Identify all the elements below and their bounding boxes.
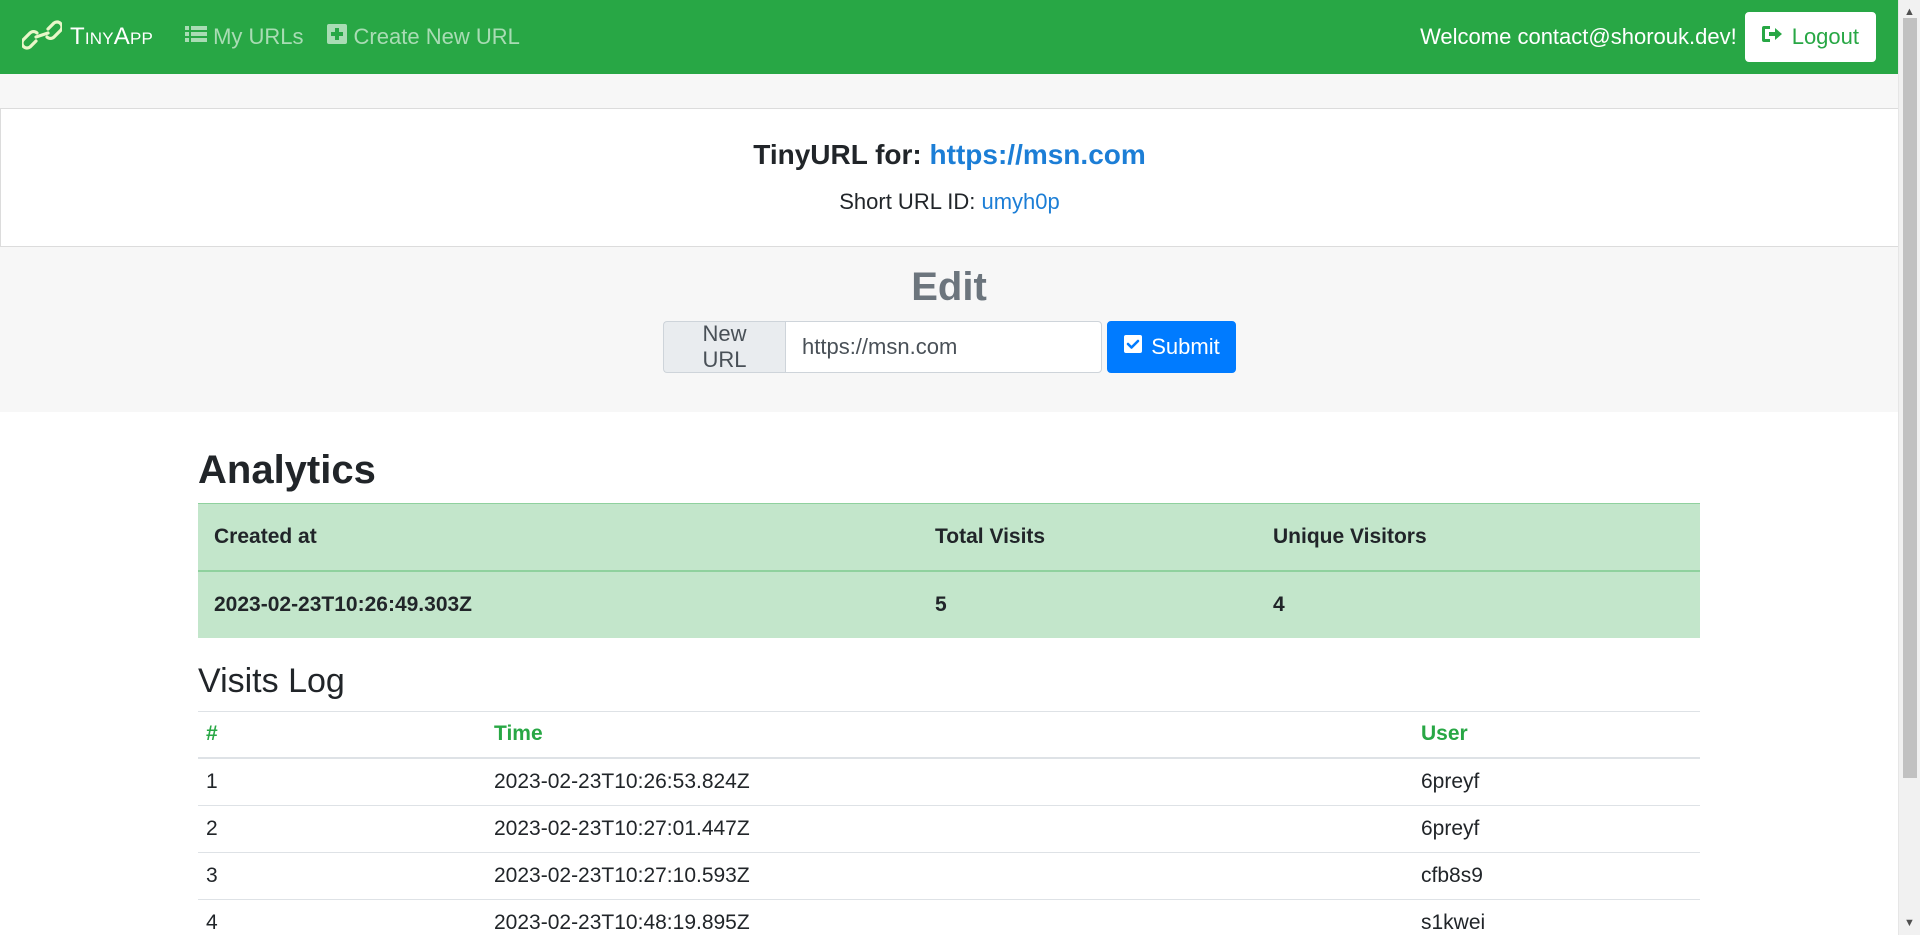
nav-my-urls[interactable]: My URLs bbox=[185, 23, 304, 51]
check-square-icon bbox=[1123, 334, 1143, 360]
edit-section: Edit New URL Submit bbox=[0, 247, 1898, 412]
analytics-table: Created at Total Visits Unique Visitors … bbox=[198, 503, 1700, 638]
visit-user: cfb8s9 bbox=[1413, 851, 1700, 899]
analytics-total-visits-value: 5 bbox=[919, 570, 1257, 638]
nav-my-urls-label: My URLs bbox=[213, 24, 304, 49]
analytics-header-row: Created at Total Visits Unique Visitors bbox=[198, 503, 1700, 572]
brand-name: TinyApp bbox=[70, 23, 154, 50]
visits-log-table: # Time User 1 2023-02-23T10:26:53.824Z 6… bbox=[198, 710, 1700, 935]
table-row: 4 2023-02-23T10:48:19.895Z s1kwei bbox=[198, 898, 1700, 935]
table-row: 2 2023-02-23T10:27:01.447Z 6preyf bbox=[198, 804, 1700, 852]
new-url-input-group: New URL bbox=[663, 321, 1102, 373]
visit-time: 2023-02-23T10:27:01.447Z bbox=[486, 804, 1413, 852]
table-row: 1 2023-02-23T10:26:53.824Z 6preyf bbox=[198, 757, 1700, 805]
visits-header-time: Time bbox=[486, 710, 1413, 759]
welcome-text: Welcome contact@shorouk.dev! bbox=[1420, 24, 1737, 49]
scrollbar-thumb[interactable] bbox=[1903, 18, 1917, 778]
short-id-label: Short URL ID: bbox=[839, 189, 976, 214]
brand-link[interactable]: TinyApp bbox=[20, 19, 154, 56]
visits-header-user: User bbox=[1413, 710, 1700, 759]
visit-index: 3 bbox=[198, 851, 486, 899]
long-url-link[interactable]: https://msn.com bbox=[930, 139, 1146, 170]
url-info-card: TinyURL for: https://msn.com Short URL I… bbox=[0, 109, 1898, 247]
new-url-label: New URL bbox=[663, 321, 785, 373]
plus-square-icon bbox=[326, 23, 348, 51]
logout-label: Logout bbox=[1791, 24, 1859, 49]
nav-right: Welcome contact@shorouk.dev! Logout bbox=[1420, 12, 1876, 62]
edit-title: Edit bbox=[911, 265, 987, 309]
new-url-input[interactable] bbox=[785, 321, 1102, 373]
edit-form: New URL Submit bbox=[663, 321, 1236, 373]
table-row: 3 2023-02-23T10:27:10.593Z cfb8s9 bbox=[198, 851, 1700, 899]
nav-create-new-url-label: Create New URL bbox=[353, 24, 520, 49]
visit-user: 6preyf bbox=[1413, 804, 1700, 852]
scroll-down-arrow-icon[interactable]: ▼ bbox=[1899, 913, 1920, 933]
analytics-content: Analytics Created at Total Visits Unique… bbox=[198, 412, 1700, 935]
url-title-prefix: TinyURL for: bbox=[753, 139, 922, 170]
short-id-link[interactable]: umyh0p bbox=[981, 189, 1059, 214]
page-scrollbar[interactable]: ▲ ▼ bbox=[1898, 0, 1920, 935]
logout-button[interactable]: Logout bbox=[1744, 12, 1876, 62]
analytics-unique-visitors-value: 4 bbox=[1257, 570, 1700, 638]
analytics-title: Analytics bbox=[198, 448, 376, 492]
submit-label: Submit bbox=[1151, 334, 1220, 359]
url-title: TinyURL for: https://msn.com bbox=[1, 139, 1898, 171]
analytics-header-unique-visitors: Unique Visitors bbox=[1257, 503, 1700, 572]
visit-time: 2023-02-23T10:27:10.593Z bbox=[486, 851, 1413, 899]
short-url-id: Short URL ID: umyh0p bbox=[1, 189, 1898, 215]
analytics-header-created: Created at bbox=[198, 503, 919, 572]
submit-button[interactable]: Submit bbox=[1107, 321, 1236, 373]
visits-header-row: # Time User bbox=[198, 710, 1700, 759]
analytics-row: 2023-02-23T10:26:49.303Z 5 4 bbox=[198, 570, 1700, 638]
nav-create-new-url[interactable]: Create New URL bbox=[326, 23, 520, 51]
navbar: TinyApp My URLs Create New URL Welcome c… bbox=[0, 0, 1898, 74]
visit-index: 2 bbox=[198, 804, 486, 852]
top-strip bbox=[0, 74, 1898, 109]
analytics-header-total-visits: Total Visits bbox=[919, 503, 1257, 572]
visit-index: 4 bbox=[198, 898, 486, 935]
sign-out-icon bbox=[1761, 24, 1784, 50]
visits-log-title: Visits Log bbox=[198, 661, 345, 700]
visits-header-index: # bbox=[198, 710, 486, 759]
visit-index: 1 bbox=[198, 757, 486, 805]
visit-time: 2023-02-23T10:48:19.895Z bbox=[486, 898, 1413, 935]
chain-link-icon bbox=[20, 19, 64, 56]
visit-user: s1kwei bbox=[1413, 898, 1700, 935]
analytics-created-value: 2023-02-23T10:26:49.303Z bbox=[198, 570, 919, 638]
visit-time: 2023-02-23T10:26:53.824Z bbox=[486, 757, 1413, 805]
list-icon bbox=[185, 23, 208, 51]
visit-user: 6preyf bbox=[1413, 757, 1700, 805]
